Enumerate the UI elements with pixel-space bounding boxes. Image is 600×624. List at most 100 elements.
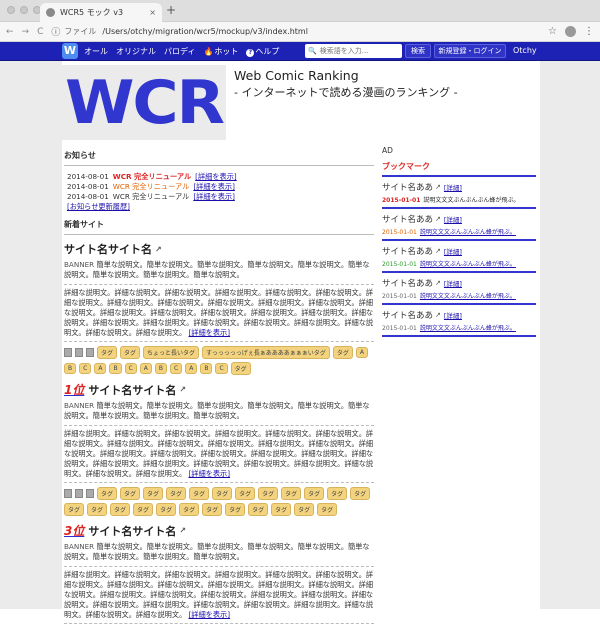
site-banner[interactable]: BANNER (64, 401, 94, 410)
bookmark-name-link[interactable]: サイト名ああ (382, 213, 433, 225)
tag-chip[interactable]: B (154, 363, 167, 374)
notice-detail-link[interactable]: [詳細を表示] (195, 172, 237, 181)
tag-chip[interactable]: C (215, 363, 228, 374)
tag-chip[interactable]: タグ (281, 487, 302, 500)
back-icon[interactable]: ← (6, 27, 14, 37)
tag-chip[interactable]: タグ (133, 503, 154, 516)
bookmark-name-link[interactable]: サイト名ああ (382, 277, 433, 289)
site-banner[interactable]: BANNER (64, 260, 94, 269)
nav-item-parody[interactable]: パロディ (164, 46, 195, 57)
tag-chip[interactable]: タグ (110, 503, 131, 516)
reload-icon[interactable]: C (37, 27, 43, 37)
bookmark-name-link[interactable]: サイト名ああ (382, 309, 433, 321)
tag-chip[interactable]: B (200, 363, 213, 374)
notice-detail-link[interactable]: [詳細を表示] (193, 182, 235, 191)
tag-chip[interactable]: C (124, 363, 137, 374)
external-link-icon[interactable]: ↗ (155, 245, 162, 254)
tag-chip[interactable]: A (139, 363, 152, 374)
tag-chip[interactable]: タグ (97, 346, 118, 359)
bookmark-detail-link[interactable]: [詳細] (444, 214, 462, 224)
tag-chip[interactable]: タグ (258, 487, 279, 500)
document-icon[interactable] (86, 489, 94, 498)
tag-chip[interactable]: タグ (235, 487, 256, 500)
search-input[interactable] (319, 47, 400, 55)
document-icon[interactable] (75, 489, 83, 498)
document-icon[interactable] (64, 489, 72, 498)
user-menu[interactable]: Otchy (513, 46, 537, 55)
forward-icon[interactable]: → (22, 27, 30, 37)
external-link-icon[interactable]: ↗ (435, 183, 441, 191)
document-icon[interactable] (64, 348, 72, 357)
tag-chip[interactable]: タグ (294, 503, 315, 516)
tag-chip[interactable]: タグ (179, 503, 200, 516)
external-link-icon[interactable]: ↗ (435, 279, 441, 287)
document-icon[interactable] (86, 348, 94, 357)
profile-avatar[interactable] (565, 26, 576, 37)
tag-chip[interactable]: タグ (156, 503, 177, 516)
external-link-icon[interactable]: ↗ (435, 247, 441, 255)
external-link-icon[interactable]: ↗ (179, 526, 186, 535)
site-name-link[interactable]: サイト名サイト名 (88, 523, 176, 539)
external-link-icon[interactable]: ↗ (179, 385, 186, 394)
browser-tab[interactable]: WCR5 モック v3 × (40, 3, 162, 22)
tag-chip[interactable]: タグ (271, 503, 292, 516)
external-link-icon[interactable]: ↗ (435, 311, 441, 319)
tag-chip[interactable]: タグ (212, 487, 233, 500)
tag-chip[interactable]: A (185, 363, 198, 374)
site-name-link[interactable]: サイト名サイト名 (64, 241, 152, 257)
tag-chip[interactable]: タグ (166, 487, 187, 500)
site-detail-link[interactable]: [詳細を表示] (189, 328, 231, 337)
wcr-logo[interactable]: WCR (62, 65, 226, 140)
bookmark-detail-link[interactable]: [詳細] (444, 182, 462, 192)
bookmark-name-link[interactable]: サイト名ああ (382, 245, 433, 257)
tag-chip[interactable]: タグ (317, 503, 338, 516)
search-button[interactable]: 検索 (405, 44, 431, 58)
site-detail-link[interactable]: [詳細を表示] (189, 469, 231, 478)
nav-item-all[interactable]: オール (84, 46, 108, 57)
tag-chip[interactable]: タグ (64, 503, 85, 516)
tag-chip[interactable]: タグ (332, 346, 353, 359)
external-link-icon[interactable]: ↗ (435, 215, 441, 223)
bookmark-detail-link[interactable]: [詳細] (444, 278, 462, 288)
minimize-window-icon[interactable] (20, 6, 28, 14)
tag-chip[interactable]: B (109, 363, 122, 374)
tag-chip[interactable]: C (79, 363, 92, 374)
tag-chip[interactable]: A (94, 363, 107, 374)
star-icon[interactable]: ☆ (548, 26, 557, 37)
site-detail-link[interactable]: [詳細を表示] (189, 610, 231, 619)
close-tab-icon[interactable]: × (149, 8, 156, 17)
tag-chip[interactable]: タグ (87, 503, 108, 516)
site-banner[interactable]: BANNER (64, 542, 94, 551)
tag-chip[interactable]: タグ (202, 503, 223, 516)
tag-chip[interactable]: タグ (327, 487, 348, 500)
site-logo-small[interactable]: W (62, 43, 78, 59)
tag-chip[interactable]: タグ (225, 503, 246, 516)
tag-chip[interactable]: タグ (143, 487, 164, 500)
tag-chip[interactable]: タグ (189, 487, 210, 500)
tag-chip[interactable]: C (170, 363, 183, 374)
site-name-link[interactable]: サイト名サイト名 (88, 382, 176, 398)
bookmark-detail-link[interactable]: [詳細] (444, 310, 462, 320)
browser-menu-icon[interactable]: ⋮ (584, 26, 594, 37)
tag-chip[interactable]: タグ (97, 487, 118, 500)
nav-item-help[interactable]: ? ヘルプ (246, 46, 279, 57)
tag-chip[interactable]: タグ (248, 503, 269, 516)
tag-chip[interactable]: タグ (350, 487, 371, 500)
notice-history-link[interactable]: [お知らせ更新履歴] (67, 202, 130, 211)
ad-image[interactable]: AD (382, 146, 536, 155)
tag-chip[interactable]: B (64, 363, 77, 374)
bookmark-detail-link[interactable]: [詳細] (444, 246, 462, 256)
notice-detail-link[interactable]: [詳細を表示] (193, 192, 235, 201)
tag-chip[interactable]: ちょっと長いタグ (143, 346, 200, 359)
tag-chip[interactable]: タグ (230, 362, 251, 375)
register-login-button[interactable]: 新規登録・ログイン (434, 44, 506, 58)
nav-item-hot[interactable]: 🔥ホット (203, 46, 238, 57)
new-tab-button[interactable]: + (166, 3, 176, 17)
url-field[interactable]: /Users/otchy/migration/wcr5/mockup/v3/in… (102, 27, 548, 36)
tag-chip[interactable]: タグ (120, 346, 141, 359)
tag-chip[interactable]: タグ (120, 487, 141, 500)
bookmark-name-link[interactable]: サイト名ああ (382, 181, 433, 193)
nav-item-original[interactable]: オリジナル (116, 46, 156, 57)
tag-chip[interactable]: タグ (304, 487, 325, 500)
tag-chip[interactable]: A (355, 347, 368, 358)
